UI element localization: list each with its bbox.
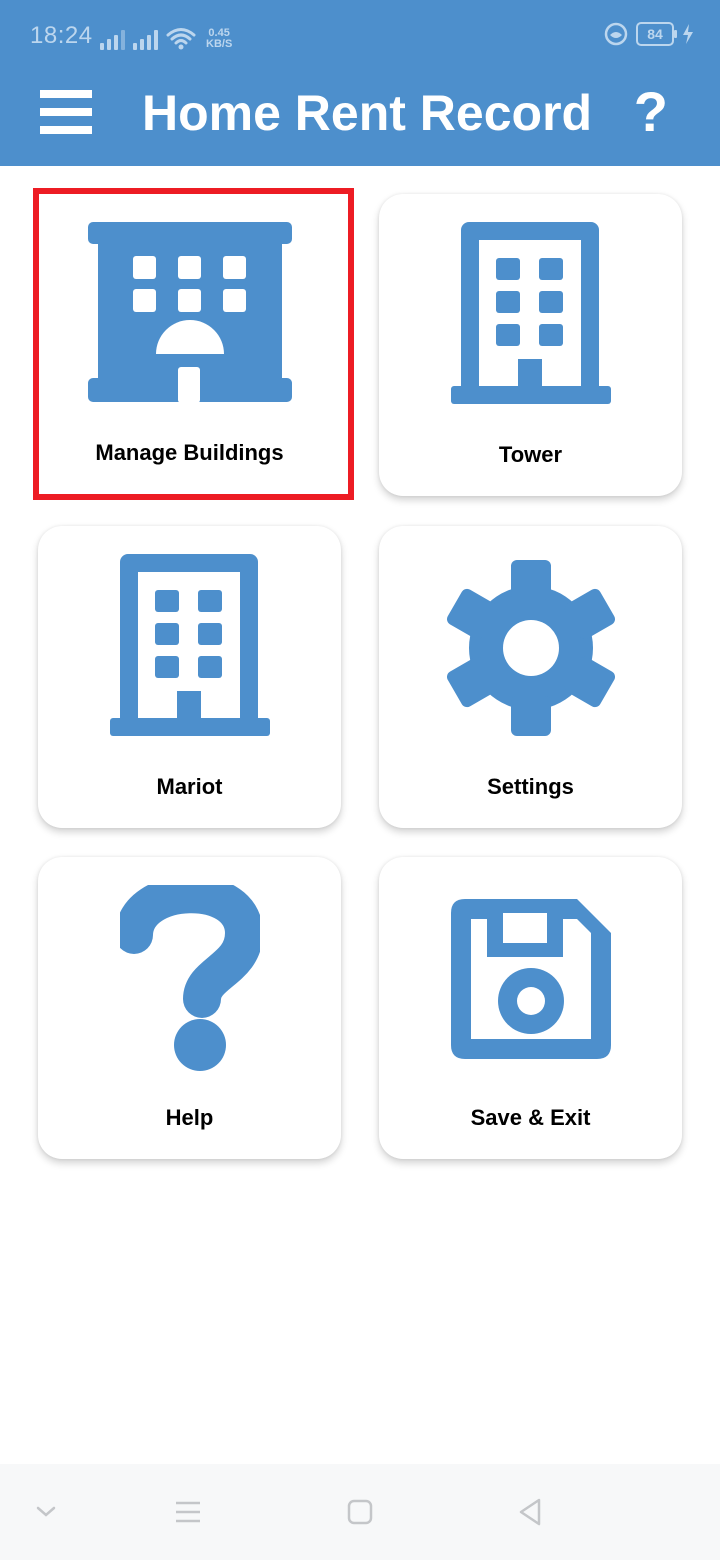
card-label: Save & Exit (470, 1105, 591, 1130)
battery-level: 84 (647, 26, 663, 42)
battery-icon: 84 (636, 22, 677, 46)
data-saver-icon (604, 22, 628, 46)
building-icon (87, 222, 292, 403)
card-label: Help (165, 1105, 214, 1130)
question-icon (119, 885, 260, 1071)
header: 18:24 0.45 KB/S 84 Home Rent Record ? (0, 0, 720, 166)
signal-strength-icon (133, 28, 158, 50)
hamburger-menu-icon[interactable] (40, 90, 92, 134)
card-label: Mariot (156, 774, 223, 799)
help-button[interactable]: ? (634, 80, 668, 144)
status-icons-right: 84 (604, 22, 694, 46)
chevron-down-icon[interactable] (26, 1492, 66, 1532)
app-bar: Home Rent Record ? (0, 72, 720, 166)
back-triangle-icon[interactable] (510, 1492, 550, 1532)
system-nav-bar (0, 1464, 720, 1560)
help-card[interactable]: Help (38, 857, 341, 1159)
card-label: Settings (487, 774, 574, 799)
charging-bolt-icon (683, 24, 693, 44)
signal-strength-icon (100, 28, 125, 50)
menu-lines-icon[interactable] (168, 1492, 208, 1532)
home-square-icon[interactable] (340, 1492, 380, 1532)
office-building-icon (450, 222, 611, 404)
status-time: 18:24 (30, 22, 93, 49)
status-bar: 18:24 0.45 KB/S 84 (0, 0, 720, 72)
manage-buildings-card[interactable]: Manage Buildings (38, 194, 341, 496)
tower-card[interactable]: Tower (379, 194, 682, 496)
net-speed-unit: KB/S (206, 38, 233, 50)
save-exit-card[interactable]: Save & Exit (379, 857, 682, 1159)
mariot-card[interactable]: Mariot (38, 526, 341, 828)
app-title: Home Rent Record (142, 85, 593, 141)
net-speed: 0.45 KB/S (206, 28, 232, 50)
office-building-icon (109, 554, 270, 736)
gear-icon (446, 560, 615, 736)
card-label: Tower (498, 442, 563, 467)
floppy-disk-icon (450, 899, 611, 1059)
wifi-icon (166, 28, 196, 50)
status-icons-left: 0.45 KB/S (100, 22, 232, 50)
settings-card[interactable]: Settings (379, 526, 682, 828)
card-label: Manage Buildings (95, 440, 284, 465)
